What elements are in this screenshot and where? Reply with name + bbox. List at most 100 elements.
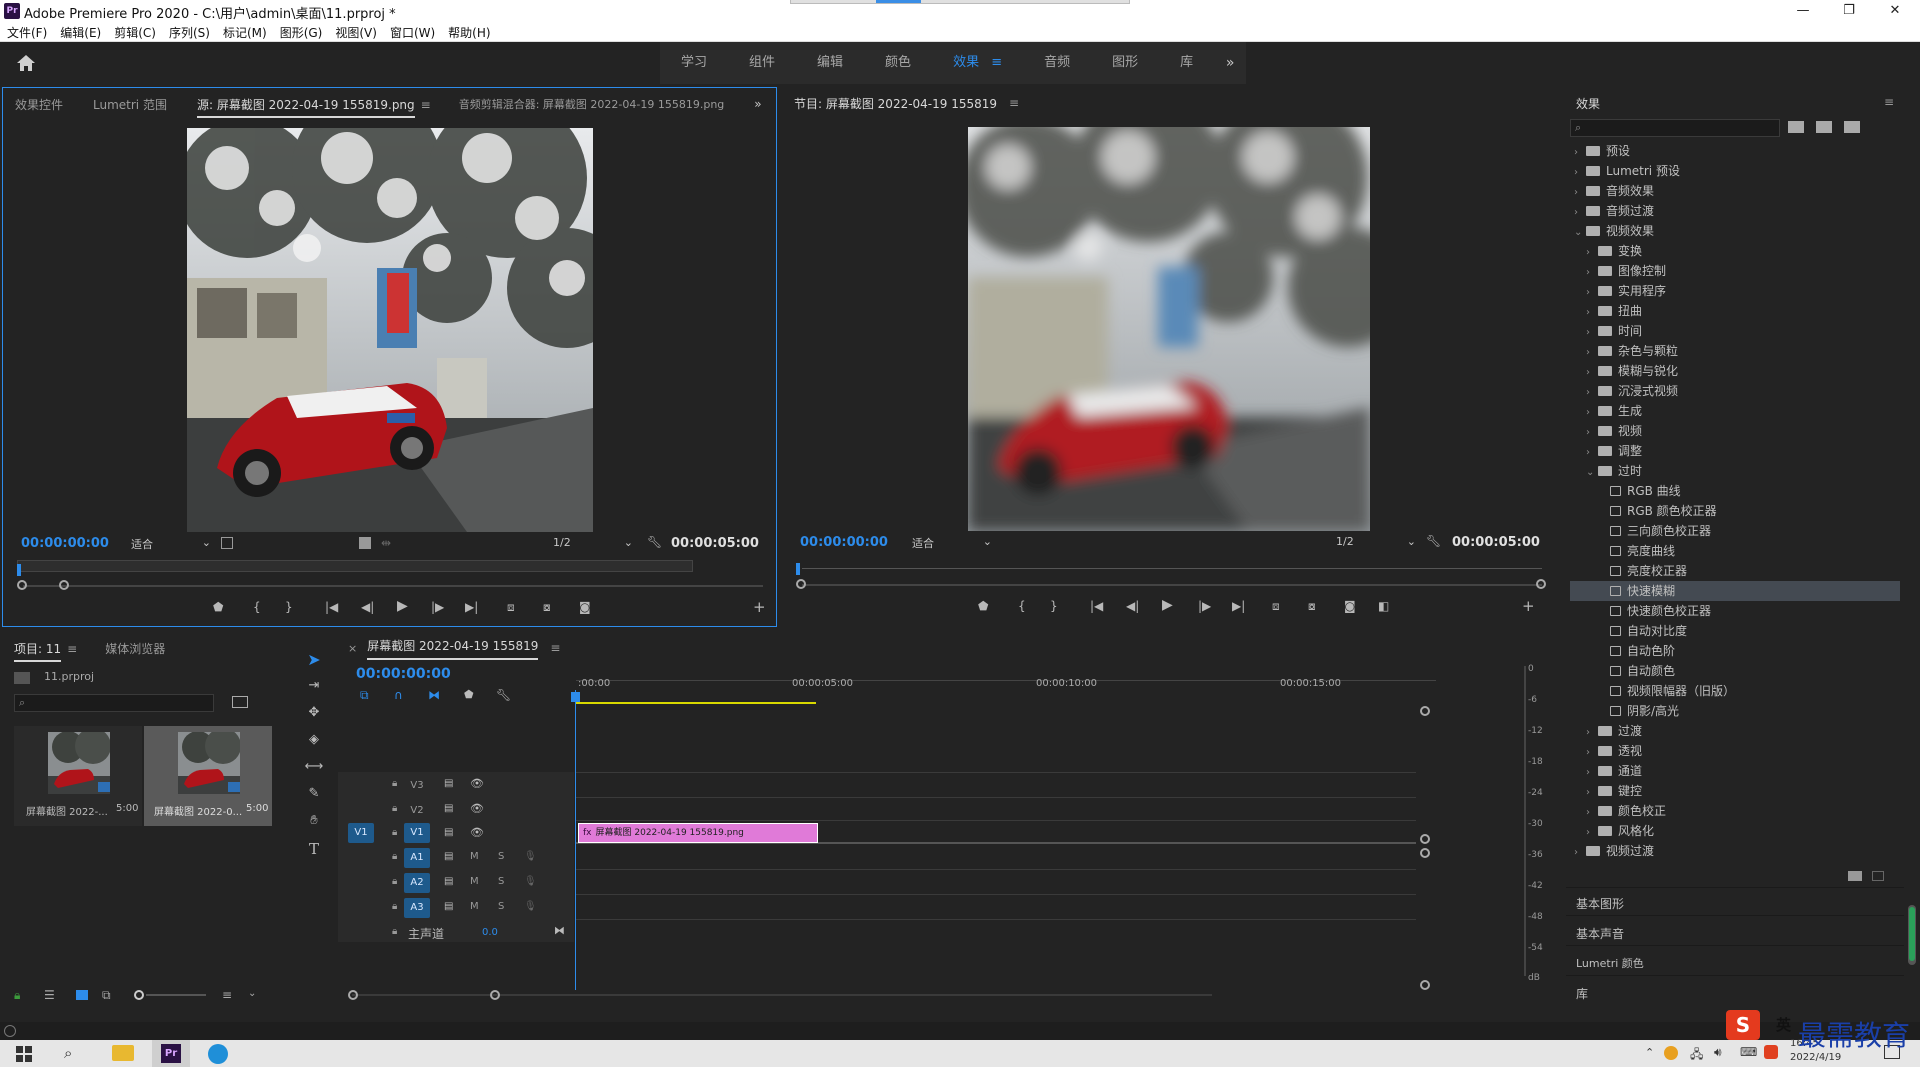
menu-help[interactable]: 帮助(H) — [441, 22, 496, 41]
effect-item[interactable]: 快速模糊 — [1570, 581, 1900, 601]
source-fit-dropdown[interactable]: 适合 ⌄ — [131, 536, 211, 552]
extract-icon[interactable]: ⧇ — [1308, 599, 1316, 614]
project-search-input[interactable]: ⌕ — [14, 694, 214, 712]
network-icon[interactable]: 🖧︎ — [1690, 1045, 1703, 1066]
premiere-taskbar-button[interactable]: Pr — [152, 1040, 190, 1067]
workspace-tab-learn[interactable]: 学习 — [660, 42, 728, 84]
lock-icon[interactable]: 🔒︎ — [14, 988, 20, 1003]
source-zoom-bar[interactable] — [17, 560, 693, 572]
source-patch-v1[interactable]: V1 — [348, 823, 374, 843]
timeline-clip[interactable]: fx 屏幕截图 2022-04-19 155819.png — [578, 823, 818, 843]
vertical-scroll-handle[interactable] — [1420, 848, 1430, 858]
effect-folder[interactable]: ⌄ 过时 — [1570, 461, 1900, 481]
chevron-right-icon[interactable]: › — [1586, 723, 1598, 743]
workspace-tab-audio[interactable]: 音频 — [1023, 42, 1091, 84]
collapsed-panel-essential-sound[interactable]: 基本声音 — [1576, 925, 1624, 942]
button-editor-icon[interactable]: + — [1522, 597, 1535, 615]
go-to-in-icon[interactable]: |◀ — [325, 600, 338, 614]
tab-effect-controls[interactable]: 效果控件 — [3, 96, 75, 113]
sogou-ime-logo[interactable]: S — [1726, 1010, 1760, 1040]
chevron-right-icon[interactable]: › — [1586, 403, 1598, 423]
effect-item[interactable]: 自动色阶 — [1570, 641, 1900, 661]
chevron-right-icon[interactable]: › — [1574, 183, 1586, 203]
new-bin-icon[interactable] — [232, 696, 248, 708]
menu-file[interactable]: 文件(F) — [0, 22, 53, 41]
edge-browser-icon[interactable] — [208, 1044, 228, 1064]
razor-tool-icon[interactable]: ◈ — [300, 732, 328, 747]
source-tabs-overflow-icon[interactable]: » — [736, 97, 773, 111]
mark-in-icon[interactable]: { — [253, 600, 261, 614]
track-lock-icon[interactable]: 🔒︎ — [392, 926, 397, 937]
volume-icon[interactable]: 🔊︎ — [1714, 1045, 1722, 1060]
close-icon[interactable]: × — [348, 642, 357, 655]
maximize-button[interactable]: ❐ — [1826, 0, 1872, 22]
chevron-right-icon[interactable]: › — [1586, 803, 1598, 823]
mute-button[interactable]: M — [470, 851, 479, 862]
workspace-overflow-icon[interactable]: » — [1214, 42, 1246, 84]
track-target-a3[interactable]: A3 — [404, 898, 430, 918]
tab-media-browser[interactable]: 媒体浏览器 — [89, 640, 177, 657]
workspace-tab-color[interactable]: 颜色 — [864, 42, 932, 84]
track-select-tool-icon[interactable]: ⇥ — [300, 678, 328, 693]
mark-out-icon[interactable]: } — [285, 600, 293, 614]
effect-folder[interactable]: › 视频过渡 — [1570, 841, 1900, 861]
eye-icon[interactable]: 👁︎ — [470, 826, 484, 839]
menu-edit[interactable]: 编辑(E) — [53, 22, 107, 41]
step-back-icon[interactable]: ◀| — [1126, 599, 1139, 613]
chevron-right-icon[interactable]: › — [1586, 283, 1598, 303]
timeline-playhead[interactable] — [571, 692, 580, 702]
ime-icon[interactable]: ⌨︎ — [1740, 1045, 1757, 1059]
menu-graphics[interactable]: 图形(G) — [273, 22, 329, 41]
chevron-right-icon[interactable]: › — [1586, 443, 1598, 463]
mute-button[interactable]: M — [470, 876, 479, 887]
effect-folder[interactable]: › 颜色校正 — [1570, 801, 1900, 821]
chevron-right-icon[interactable]: › — [1586, 323, 1598, 343]
source-resolution-dropdown[interactable]: 1/2 ⌄ — [553, 536, 633, 549]
collapsed-panel-lumetri-color[interactable]: Lumetri 颜色 — [1576, 955, 1644, 971]
selection-tool-icon[interactable]: ➤ — [300, 650, 328, 674]
horizontal-scrollbar[interactable] — [352, 994, 1212, 996]
button-editor-icon[interactable]: + — [753, 598, 766, 616]
effect-folder[interactable]: › 实用程序 — [1570, 281, 1900, 301]
track-target-v1[interactable]: V1 — [404, 823, 430, 843]
chevron-right-icon[interactable]: › — [1574, 203, 1586, 223]
microphone-icon[interactable]: 🎙︎ — [524, 876, 537, 887]
nest-icon[interactable]: ⧉ — [360, 688, 369, 703]
workspace-tab-graphics[interactable]: 图形 — [1091, 42, 1159, 84]
eye-icon[interactable]: 👁︎ — [470, 802, 484, 815]
solo-button[interactable]: S — [498, 851, 504, 862]
tab-project[interactable]: 项目: 11 ≡ — [2, 640, 89, 662]
chevron-right-icon[interactable]: › — [1574, 163, 1586, 183]
play-icon[interactable]: ▶ — [397, 598, 408, 614]
effect-folder[interactable]: › 模糊与锐化 — [1570, 361, 1900, 381]
32-bit-effects-icon[interactable] — [1816, 121, 1832, 133]
source-scroll-end-handle[interactable] — [59, 580, 69, 590]
ime-language-indicator[interactable]: 英 — [1776, 1014, 1791, 1035]
step-back-icon[interactable]: ◀| — [361, 600, 374, 614]
icon-view-icon[interactable] — [76, 990, 88, 1000]
source-scrub-track[interactable] — [23, 585, 763, 587]
effect-folder[interactable]: › 调整 — [1570, 441, 1900, 461]
chevron-down-icon[interactable]: ⌄ — [248, 988, 256, 999]
right-scrollbar-thumb[interactable] — [1909, 907, 1915, 961]
workspace-tab-libraries[interactable]: 库 — [1159, 42, 1214, 84]
menu-sequence[interactable]: 序列(S) — [162, 22, 216, 41]
vertical-scroll-handle[interactable] — [1420, 706, 1430, 716]
sync-lock-icon[interactable]: ▤ — [444, 827, 453, 838]
close-button[interactable]: ✕ — [1872, 0, 1918, 22]
effect-item[interactable]: RGB 颜色校正器 — [1570, 501, 1900, 521]
sync-lock-icon[interactable]: ▤ — [444, 778, 453, 789]
project-tab-menu-icon[interactable]: ≡ — [67, 642, 77, 656]
chevron-down-icon[interactable]: ⌄ — [1574, 223, 1586, 243]
search-icon[interactable]: ⌕ — [64, 1044, 72, 1062]
add-marker-icon[interactable]: ⬟ — [464, 688, 474, 701]
effect-item[interactable]: 亮度曲线 — [1570, 541, 1900, 561]
workspace-menu-icon[interactable]: ≡ — [991, 55, 1002, 70]
source-tab-menu-icon[interactable]: ≡ — [421, 98, 431, 112]
new-bin-icon[interactable] — [1848, 871, 1862, 881]
chevron-right-icon[interactable]: › — [1586, 743, 1598, 763]
slip-tool-icon[interactable]: ⟷ — [300, 759, 328, 774]
workspace-tab-editing[interactable]: 编辑 — [796, 42, 864, 84]
tab-audio-clip-mixer[interactable]: 音频剪辑混合器: 屏幕截图 2022-04-19 155819.png — [443, 96, 737, 112]
play-icon[interactable]: ▶ — [1162, 597, 1173, 613]
